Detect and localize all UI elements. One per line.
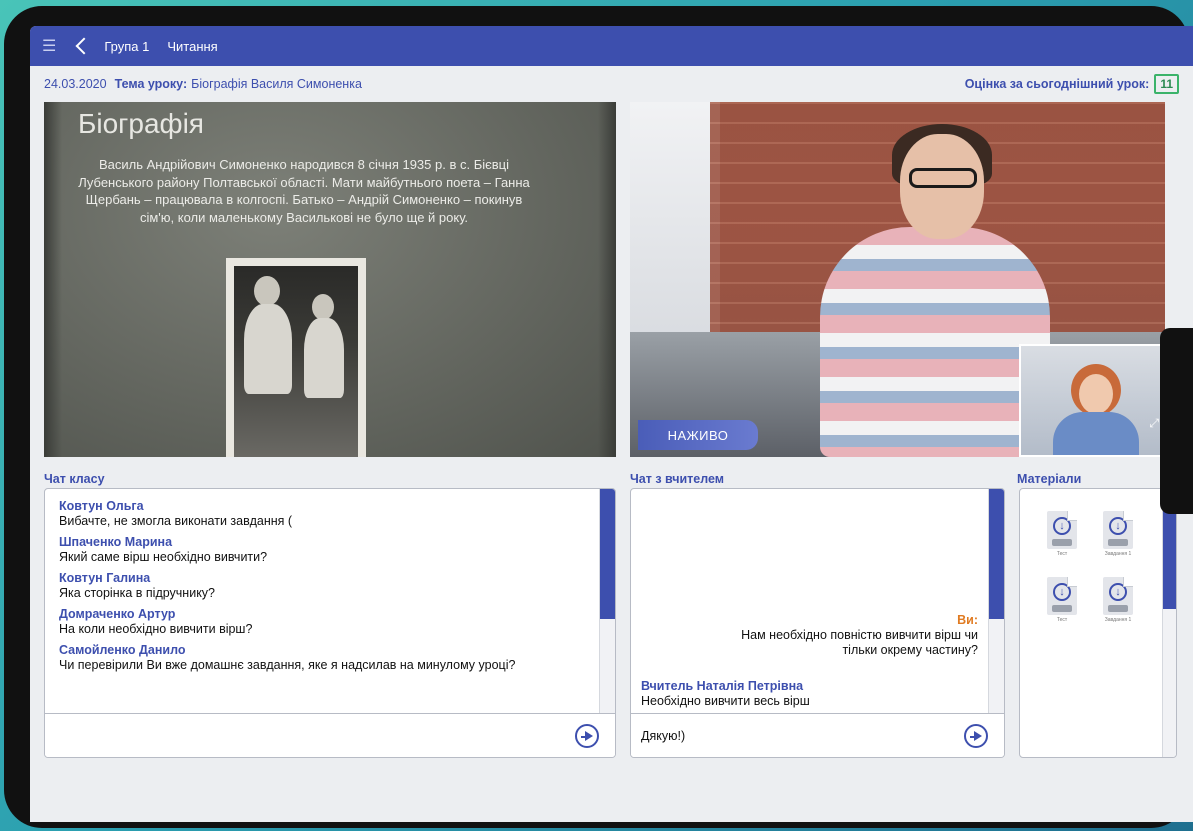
scroll-thumb[interactable] (989, 489, 1004, 619)
teacher-video[interactable]: НАЖИВО ⤢ (630, 102, 1165, 457)
subject-title: Читання (167, 38, 218, 54)
send-icon[interactable] (964, 723, 988, 748)
top-bar: ☰ Група 1 Читання (30, 26, 1193, 66)
chat-message: Домраченко Артур На коли необхідно вивчи… (59, 607, 253, 636)
slide-title: Біографія (78, 108, 204, 139)
materials-label: Матеріали (1017, 472, 1082, 486)
class-chat-scrollbar[interactable] (599, 489, 615, 715)
lesson-date: 24.03.2020 (44, 77, 107, 91)
download-icon: ↓ (1109, 583, 1127, 601)
back-icon[interactable] (75, 37, 93, 55)
download-icon: ↓ (1053, 517, 1071, 535)
archive-photo (226, 258, 366, 457)
tablet-camera-bump (1160, 328, 1193, 514)
teacher-chat-input-row (631, 713, 1004, 757)
teacher-chat-panel: Ви: Нам необхідно повністю вивчити вірш … (630, 488, 1005, 758)
grade-badge: 11 (1154, 74, 1179, 94)
grade-label: Оцінка за сьогоднішний урок: (964, 77, 1150, 91)
chat-message: Ковтун Галина Яка сторінка в підручнику? (59, 571, 216, 600)
download-icon: ↓ (1053, 583, 1071, 601)
app-screen: ☰ Група 1 Читання 24.03.2020 Тема уроку:… (30, 26, 1193, 822)
materials-panel: ↓ Тест ↓ Завдання 1 ↓ Тест ↓ Завдання 1 (1019, 488, 1177, 758)
class-chat-input[interactable] (55, 728, 575, 743)
class-chat-label: Чат класу (44, 472, 105, 486)
chat-message: Самойленко Данило Чи перевірили Ви вже д… (59, 643, 516, 672)
class-chat-input-row (45, 713, 615, 757)
menu-icon[interactable]: ☰ (42, 36, 56, 56)
student-video-pip[interactable]: ⤢ (1019, 344, 1165, 457)
teacher-message: Вчитель Наталія Петрівна Необхідно вивчи… (641, 679, 810, 708)
material-file[interactable]: ↓ Тест (1040, 511, 1084, 557)
topic-label: Тема уроку: (114, 77, 188, 91)
lesson-info-bar: 24.03.2020 Тема уроку: Біографія Василя … (44, 74, 1179, 94)
teacher-chat-input[interactable] (641, 728, 964, 743)
material-file[interactable]: ↓ Завдання 1 (1096, 577, 1140, 623)
my-message: Ви: Нам необхідно повністю вивчити вірш … (718, 613, 978, 658)
me-label: Ви: (957, 613, 978, 627)
scroll-thumb[interactable] (600, 489, 615, 619)
chat-message: Ковтун Ольга Вибачте, не змогла виконати… (59, 499, 293, 528)
expand-icon[interactable]: ⤢ (1149, 416, 1159, 431)
send-icon[interactable] (575, 723, 599, 748)
materials-scrollbar[interactable] (1162, 489, 1176, 757)
lesson-topic: Біографія Василя Симоненка (191, 77, 362, 91)
class-chat-messages: Ковтун Ольга Вибачте, не змогла виконати… (59, 499, 591, 673)
chat-message: Шпаченко Марина Який саме вірш необхідно… (59, 535, 268, 564)
material-file[interactable]: ↓ Завдання 1 (1096, 511, 1140, 557)
presentation-slide: Біографія Василь Андрійович Симоненко на… (44, 102, 616, 457)
teacher-chat-label: Чат з вчителем (630, 472, 725, 486)
group-title[interactable]: Група 1 (104, 39, 149, 54)
glasses-detail (909, 168, 977, 188)
download-icon: ↓ (1109, 517, 1127, 535)
slide-text: Василь Андрійович Симоненко народився 8 … (78, 157, 530, 225)
class-chat-panel: Ковтун Ольга Вибачте, не змогла виконати… (44, 488, 616, 758)
teacher-chat-scrollbar[interactable] (988, 489, 1004, 715)
material-file[interactable]: ↓ Тест (1040, 577, 1084, 623)
live-badge: НАЖИВО (638, 420, 758, 450)
